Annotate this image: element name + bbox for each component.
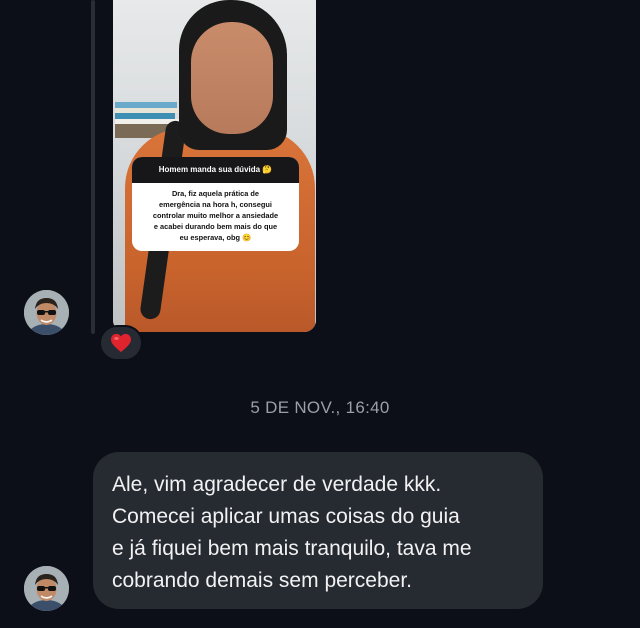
question-sticker-header: Homem manda sua dúvida 🤔 [132, 157, 299, 183]
question-line: eu esperava, obg 😊 [179, 233, 252, 242]
question-line: controlar muito melhor a ansiedade [152, 211, 279, 220]
message-line: e já fiquei bem mais tranquilo, tava me [112, 537, 472, 560]
story-person-face [191, 22, 273, 134]
avatar[interactable] [24, 290, 69, 335]
message-timestamp: 5 DE NOV., 16:40 [250, 398, 390, 417]
reply-indicator-line [91, 0, 95, 334]
heart-icon [111, 333, 131, 353]
message-line: Ale, vim agradecer de verdade kkk. [112, 473, 442, 496]
story-reply-card[interactable]: Homem manda sua dúvida 🤔 Dra, fiz aquela… [113, 0, 316, 332]
question-line: Dra, fiz aquela prática de [171, 189, 260, 198]
avatar[interactable] [24, 566, 69, 611]
question-line: emergência na hora h, consegui [159, 200, 272, 209]
message-line: cobrando demais sem perceber. [112, 569, 412, 592]
message-line: Comecei aplicar umas coisas do guia [112, 505, 460, 528]
chat-screen: Homem manda sua dúvida 🤔 Dra, fiz aquela… [0, 0, 640, 628]
question-line: e acabei durando bem mais do que [153, 222, 278, 231]
question-sticker-text: Dra, fiz aquela prática de emergência na… [132, 183, 299, 243]
message-bubble[interactable]: Ale, vim agradecer de verdade kkk. Comec… [93, 452, 543, 609]
reaction-badge[interactable] [99, 325, 143, 361]
question-sticker: Homem manda sua dúvida 🤔 Dra, fiz aquela… [132, 157, 299, 251]
